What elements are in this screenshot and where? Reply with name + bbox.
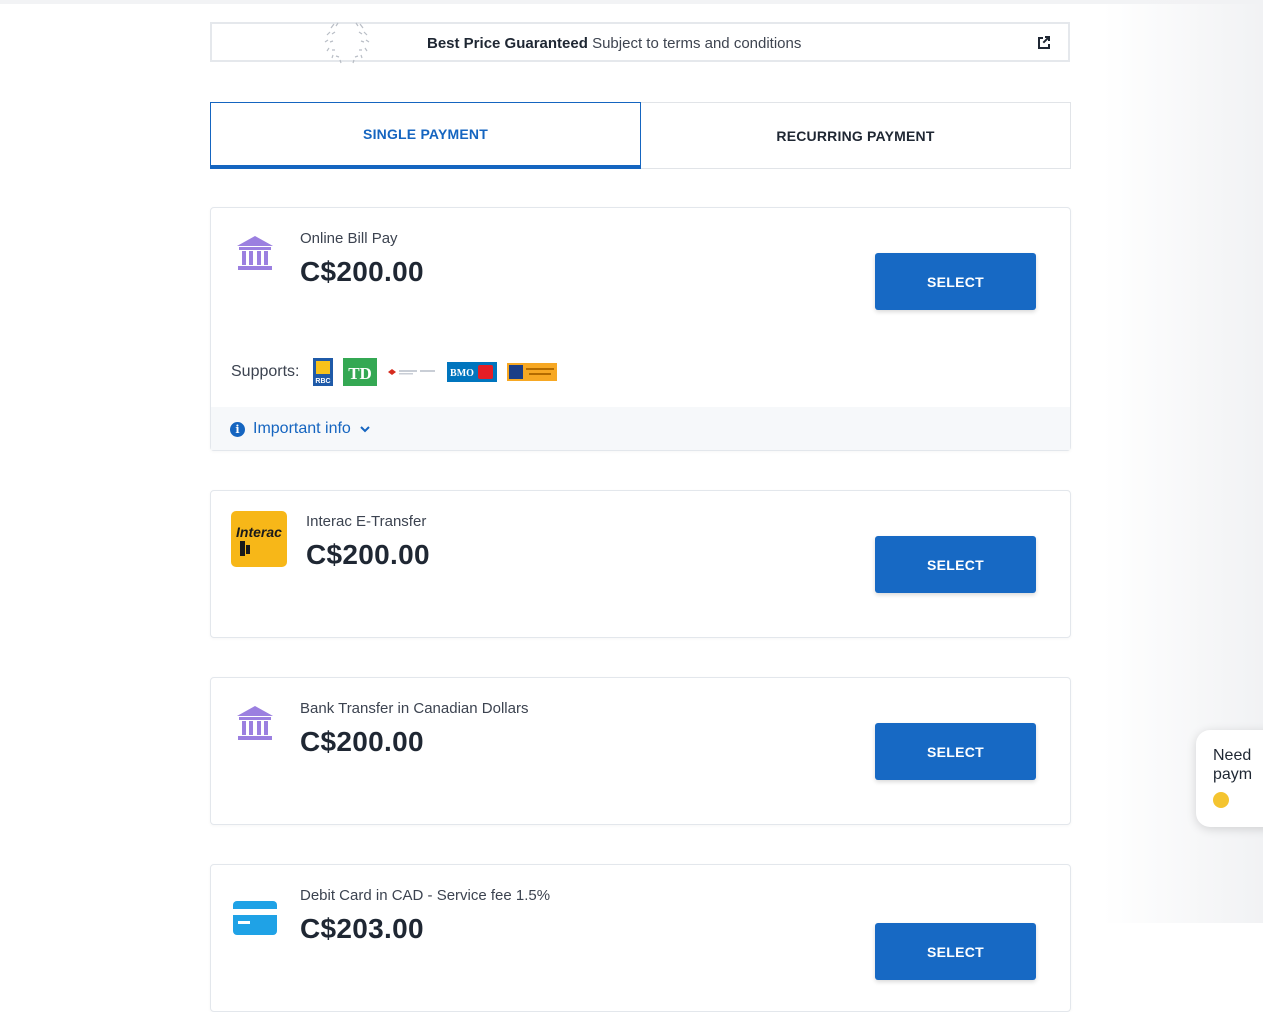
laurentian-bank-logo: [507, 363, 558, 381]
select-online-bill-pay-button[interactable]: SELECT: [875, 253, 1036, 310]
method-name: Bank Transfer in Canadian Dollars: [300, 700, 529, 717]
banner-title: Best Price Guaranteed: [427, 35, 588, 52]
bmo-logo: BMO: [447, 362, 498, 382]
bmo-logo-text: BMO: [451, 368, 475, 379]
bank-icon: [235, 234, 275, 277]
select-bank-transfer-button[interactable]: SELECT: [875, 723, 1036, 780]
method-name: Online Bill Pay: [300, 230, 398, 247]
method-price: C$203.00: [300, 913, 424, 944]
thinking-emoji-icon: [1213, 792, 1229, 808]
payment-option-debit-card: Debit Card in CAD - Service fee 1.5% C$2…: [210, 864, 1071, 1012]
tab-single-payment[interactable]: SINGLE PAYMENT: [210, 102, 641, 169]
payment-option-interac: Interac Interac E-Transfer C$200.00 SELE…: [210, 490, 1071, 638]
national-bank-logo: [388, 369, 436, 375]
top-strip: [0, 0, 1263, 4]
payment-option-online-bill-pay: Online Bill Pay C$200.00 SELECT Supports…: [210, 207, 1071, 451]
chat-text: Need paym: [1213, 747, 1253, 783]
td-logo: TD: [343, 358, 378, 386]
payment-type-tabs: SINGLE PAYMENT RECURRING PAYMENT: [210, 102, 1071, 169]
banner-text: Best Price Guaranteed Subject to terms a…: [427, 35, 801, 52]
method-name: Interac E-Transfer: [306, 513, 427, 530]
supports-label: Supports:: [231, 363, 300, 380]
bank-icon: [235, 704, 275, 747]
interac-logo: Interac: [231, 511, 287, 572]
important-info-bar: i Important info: [211, 407, 1070, 450]
method-price: C$200.00: [300, 726, 424, 757]
select-debit-card-button[interactable]: SELECT: [875, 923, 1036, 980]
info-icon: i: [230, 421, 245, 437]
best-price-banner[interactable]: Best Price Guaranteed Subject to terms a…: [210, 22, 1070, 64]
banner-subtitle: Subject to terms and conditions: [592, 35, 802, 52]
rbc-logo: RBC: [313, 358, 334, 386]
supported-banks: Supports: RBC TD BMO: [231, 358, 558, 386]
method-name: Debit Card in CAD - Service fee 1.5%: [300, 887, 551, 904]
chevron-down-icon: [360, 426, 370, 433]
rbc-logo-text: RBC: [316, 378, 331, 385]
select-interac-button[interactable]: SELECT: [875, 536, 1036, 593]
method-price: C$200.00: [306, 539, 430, 570]
chat-widget[interactable]: Need paym: [1196, 730, 1263, 827]
laurel-icon: [324, 22, 370, 64]
important-info-toggle[interactable]: i Important info: [230, 420, 371, 438]
svg-text:Interac: Interac: [236, 524, 282, 540]
card-icon: [233, 901, 277, 940]
method-price: C$200.00: [300, 256, 424, 287]
payment-option-bank-transfer: Bank Transfer in Canadian Dollars C$200.…: [210, 677, 1071, 825]
important-info-label: Important info: [253, 420, 351, 437]
external-link-icon[interactable]: [1036, 34, 1052, 50]
tab-recurring-payment[interactable]: RECURRING PAYMENT: [641, 102, 1071, 169]
td-logo-text: TD: [349, 364, 373, 383]
